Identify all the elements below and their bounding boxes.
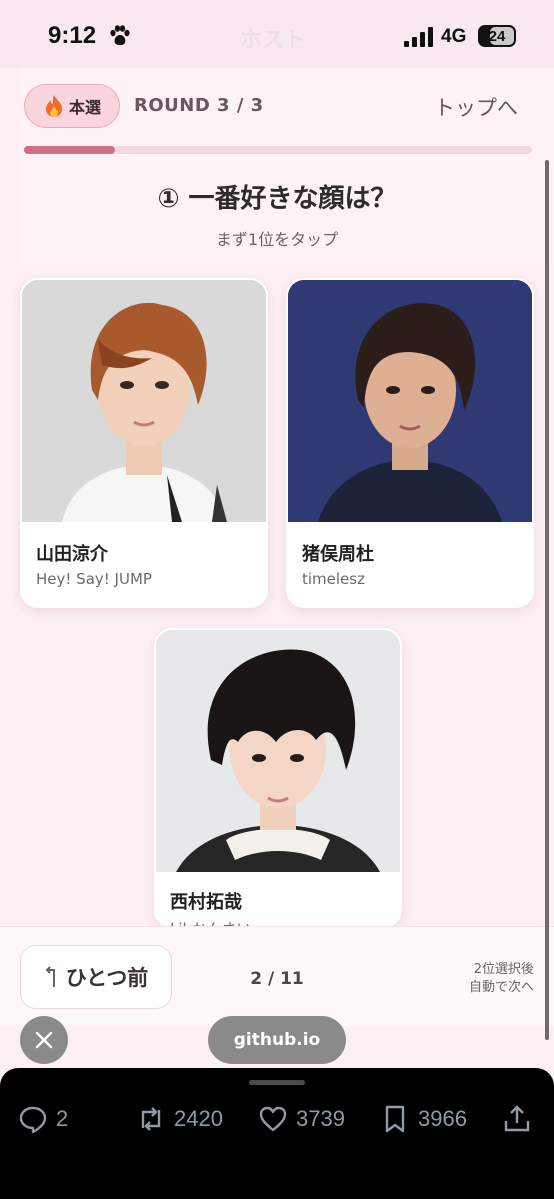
candidate-card[interactable]: 西村拓哉 Lil かんさい: [154, 628, 402, 928]
status-bar: 9:12 ホスト 4G 24: [0, 0, 554, 68]
close-button[interactable]: [20, 1016, 68, 1064]
auto-next-note: 2位選択後 自動で次へ: [469, 961, 534, 997]
candidate-name: 猪俣周杜: [302, 544, 374, 565]
browser-title: ホスト: [240, 28, 307, 53]
close-icon: [35, 1031, 53, 1049]
question-hint: まず1位をタップ: [215, 230, 339, 249]
scrollbar[interactable]: [545, 160, 549, 1040]
stage-badge-label: 本選: [68, 98, 101, 117]
candidate-name: 西村拓哉: [170, 892, 242, 913]
heart-icon: [259, 1106, 287, 1132]
candidate-group: Hey! Say! JUMP: [36, 570, 152, 588]
round-indicator: ROUND 3 / 3: [134, 95, 264, 116]
sheet-handle[interactable]: [249, 1080, 305, 1085]
question-title: ① 一番好きな顔は？: [157, 184, 397, 214]
signal-icon: [404, 27, 433, 47]
tweet-action-bar: 2 2420 3739 3966: [0, 1068, 554, 1199]
auto-next-line2: 自動で次へ: [468, 980, 534, 995]
reply-count: 2: [56, 1106, 69, 1131]
fire-icon: [45, 95, 62, 117]
auto-next-line1: 2位選択後: [473, 962, 534, 977]
retweet-icon: [141, 1107, 161, 1131]
progress-bar: [24, 146, 532, 154]
candidate-card[interactable]: 山田涼介 Hey! Say! JUMP: [20, 278, 268, 608]
bookmark-icon: [385, 1105, 405, 1133]
candidate-group: timelesz: [302, 570, 365, 588]
battery-level: 24: [488, 27, 506, 45]
share-icon: [504, 1105, 530, 1132]
like-action[interactable]: 3739: [258, 1104, 345, 1134]
candidate-card[interactable]: 猪俣周杜 timelesz: [286, 278, 534, 608]
candidate-name: 山田涼介: [36, 544, 108, 565]
url-pill[interactable]: github.io: [208, 1016, 346, 1064]
progress-fill: [24, 146, 116, 154]
reply-action[interactable]: 2: [18, 1104, 68, 1134]
bookmark-action[interactable]: 3966: [380, 1104, 467, 1134]
bottom-bar: ひとつ前 2 / 11 2位選択後 自動で次へ: [0, 926, 554, 1026]
retweet-action[interactable]: 2420: [136, 1104, 223, 1134]
paw-icon: [110, 25, 130, 46]
bookmark-count: 3966: [418, 1106, 467, 1131]
like-count: 3739: [296, 1106, 345, 1131]
battery-icon: 24: [478, 25, 516, 47]
candidate-photo: [288, 280, 532, 522]
status-time: 9:12: [48, 22, 97, 49]
network-type: 4G: [441, 26, 467, 47]
reply-icon: [19, 1106, 47, 1134]
candidate-photo: [22, 280, 266, 522]
candidate-photo: [156, 630, 400, 872]
share-action[interactable]: [502, 1104, 532, 1134]
stage-badge: 本選: [24, 84, 120, 128]
retweet-count: 2420: [174, 1106, 223, 1131]
top-link[interactable]: トップへ: [434, 92, 518, 122]
